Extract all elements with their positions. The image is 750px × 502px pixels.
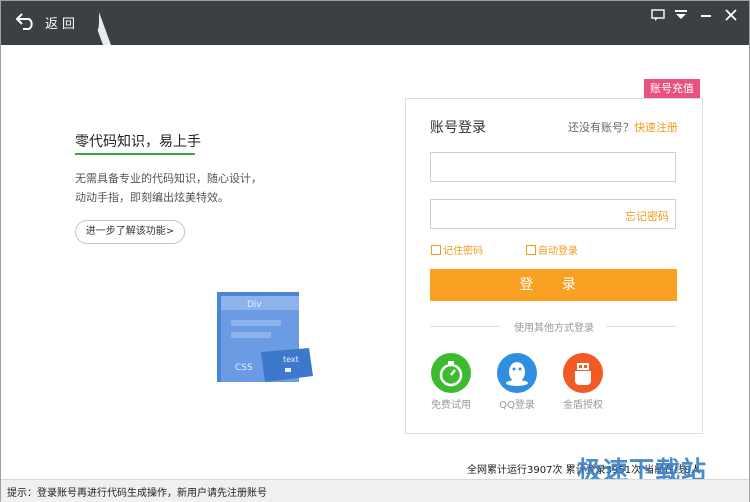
intro-description: 无需具备专业的代码知识，随心设计， 动动手指，即刻编出炫美特效。	[75, 169, 285, 207]
qq-login-button[interactable]: QQ登录	[487, 353, 547, 411]
stopwatch-icon	[439, 361, 463, 387]
text-cursor	[285, 368, 291, 372]
shield-auth-circle	[563, 353, 603, 393]
app-window: 返回 零代码知识，易上手 无需具备专业的代码知识，随心设计， 动动手指，即刻编出…	[0, 0, 750, 502]
css-label: CSS	[235, 363, 253, 373]
text-card	[261, 348, 313, 382]
text-label: text	[283, 355, 299, 364]
username-input[interactable]	[430, 152, 676, 182]
feedback-icon	[651, 9, 665, 21]
back-button[interactable]: 返回	[1, 1, 99, 45]
auto-login-checkbox-box	[526, 245, 536, 255]
code-illustration: Div CSS text	[217, 292, 313, 382]
remember-password-checkbox[interactable]: 记住密码	[431, 242, 483, 257]
login-title: 账号登录	[430, 120, 486, 136]
close-icon	[725, 9, 737, 21]
login-panel: 账号登录 还没有账号？快速注册 忘记密码 记住密码 自动登录 登 录 使用其他方…	[405, 98, 703, 434]
intro-title-underline	[75, 153, 195, 155]
no-account-text: 还没有账号？	[568, 121, 634, 134]
status-hint: 提示：登录账号再进行代码生成操作，新用户请先注册账号	[7, 488, 267, 499]
forgot-password-link[interactable]: 忘记密码	[625, 208, 669, 224]
code-line	[231, 320, 281, 326]
back-arrow-icon	[15, 13, 33, 30]
shield-auth-label: 金盾授权	[563, 400, 603, 411]
qq-icon	[506, 362, 528, 386]
shield-auth-button[interactable]: 金盾授权	[553, 353, 613, 411]
qq-login-circle	[497, 353, 537, 393]
code-line	[231, 332, 271, 338]
feedback-button[interactable]	[649, 9, 667, 23]
register-prompt: 还没有账号？快速注册	[568, 119, 678, 135]
title-bar-background	[71, 1, 749, 45]
auto-login-checkbox[interactable]: 自动登录	[526, 242, 578, 257]
close-button[interactable]	[722, 9, 740, 23]
div-label: Div	[247, 300, 262, 310]
free-trial-circle	[431, 353, 471, 393]
title-bar: 返回	[1, 1, 749, 45]
free-trial-button[interactable]: 免费试用	[421, 353, 481, 411]
auto-login-label: 自动登录	[538, 246, 578, 257]
menu-icon	[675, 10, 687, 19]
intro-desc-line-2: 动动手指，即刻编出炫美特效。	[75, 191, 229, 204]
free-trial-label: 免费试用	[431, 400, 471, 411]
remember-label: 记住密码	[443, 246, 483, 257]
intro-desc-line-1: 无需具备专业的代码知识，随心设计，	[75, 172, 262, 185]
qq-login-label: QQ登录	[499, 400, 535, 411]
register-link[interactable]: 快速注册	[634, 121, 678, 134]
learn-more-button[interactable]: 进一步了解该功能>	[75, 220, 185, 244]
remember-checkbox-box	[431, 245, 441, 255]
other-login-methods-label: 使用其他方式登录	[514, 323, 594, 334]
minimize-button[interactable]	[697, 9, 715, 23]
back-label: 返回	[45, 17, 80, 32]
minimize-icon	[701, 15, 711, 17]
password-input[interactable]: 忘记密码	[430, 199, 676, 229]
status-bar: 提示：登录账号再进行代码生成操作，新用户请先注册账号	[1, 479, 749, 502]
recharge-button[interactable]: 账号充值	[644, 79, 700, 98]
login-button[interactable]: 登 录	[430, 269, 677, 301]
intro-title: 零代码知识，易上手	[75, 134, 201, 150]
menu-button[interactable]	[672, 9, 690, 23]
usb-key-icon	[575, 363, 591, 385]
